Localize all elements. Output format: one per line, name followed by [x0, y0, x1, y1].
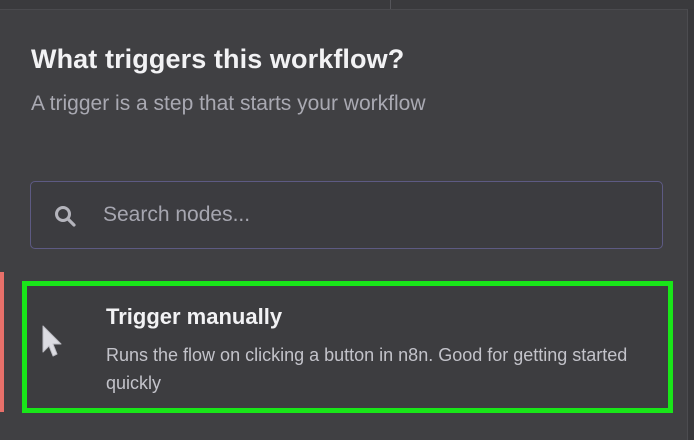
- search-box[interactable]: [30, 181, 663, 249]
- node-item-trigger-manually[interactable]: Trigger manually Runs the flow on clicki…: [22, 281, 673, 413]
- search-input[interactable]: [103, 200, 643, 230]
- panel-subtitle: A trigger is a step that starts your wor…: [31, 92, 426, 115]
- top-bar: [0, 0, 694, 10]
- cursor-pointer-icon: [40, 324, 64, 358]
- selected-indicator: [0, 272, 4, 412]
- top-bar-divider: [390, 0, 391, 9]
- node-description: Runs the flow on clicking a button in n8…: [106, 345, 628, 393]
- node-title: Trigger manually: [106, 304, 283, 329]
- panel-right-edge: [687, 9, 694, 440]
- search-icon: [53, 204, 77, 228]
- panel-title: What triggers this workflow?: [31, 44, 405, 74]
